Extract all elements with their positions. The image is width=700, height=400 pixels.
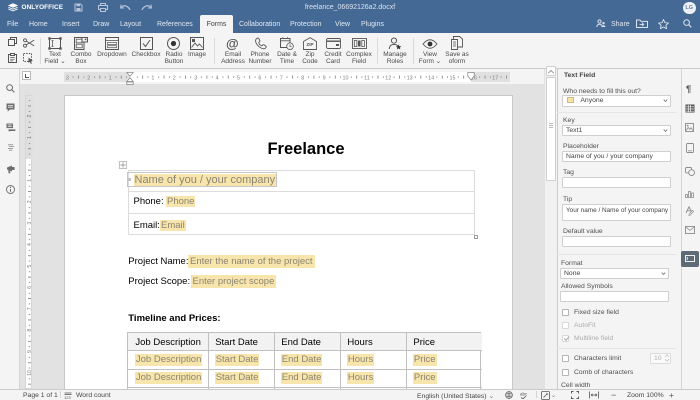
svg-text:7: 7: [279, 75, 282, 81]
svg-text:1: 1: [151, 75, 154, 81]
svg-text:1: 1: [27, 179, 33, 182]
svg-text:15: 15: [449, 75, 455, 81]
svg-text:8: 8: [27, 329, 33, 332]
svg-text:9: 9: [322, 75, 325, 81]
svg-text:6: 6: [258, 75, 261, 81]
svg-text:1: 1: [108, 75, 111, 81]
svg-text:3: 3: [27, 222, 33, 225]
svg-text:4: 4: [215, 75, 218, 81]
svg-text:9: 9: [27, 350, 33, 353]
svg-text:17: 17: [492, 75, 498, 81]
svg-text:13: 13: [406, 75, 412, 81]
svg-text:6: 6: [27, 286, 33, 289]
svg-text:2: 2: [27, 115, 33, 118]
svg-text:11: 11: [364, 75, 370, 81]
svg-text:8: 8: [301, 75, 304, 81]
svg-text:5: 5: [27, 264, 33, 267]
svg-text:2: 2: [27, 200, 33, 203]
svg-text:12: 12: [385, 75, 391, 81]
svg-text:10: 10: [27, 370, 33, 376]
svg-text:5: 5: [237, 75, 240, 81]
svg-text:3: 3: [66, 75, 69, 81]
svg-text:123: 123: [64, 394, 71, 398]
svg-text:2: 2: [87, 75, 90, 81]
svg-text:ZIP: ZIP: [306, 42, 313, 47]
svg-text:1: 1: [27, 136, 33, 139]
svg-text:10: 10: [342, 75, 348, 81]
svg-text:14: 14: [428, 75, 434, 81]
svg-text:2: 2: [172, 75, 175, 81]
svg-text:abc: abc: [520, 392, 528, 397]
svg-text:7: 7: [27, 307, 33, 310]
svg-text:4: 4: [27, 243, 33, 246]
svg-text:3: 3: [194, 75, 197, 81]
